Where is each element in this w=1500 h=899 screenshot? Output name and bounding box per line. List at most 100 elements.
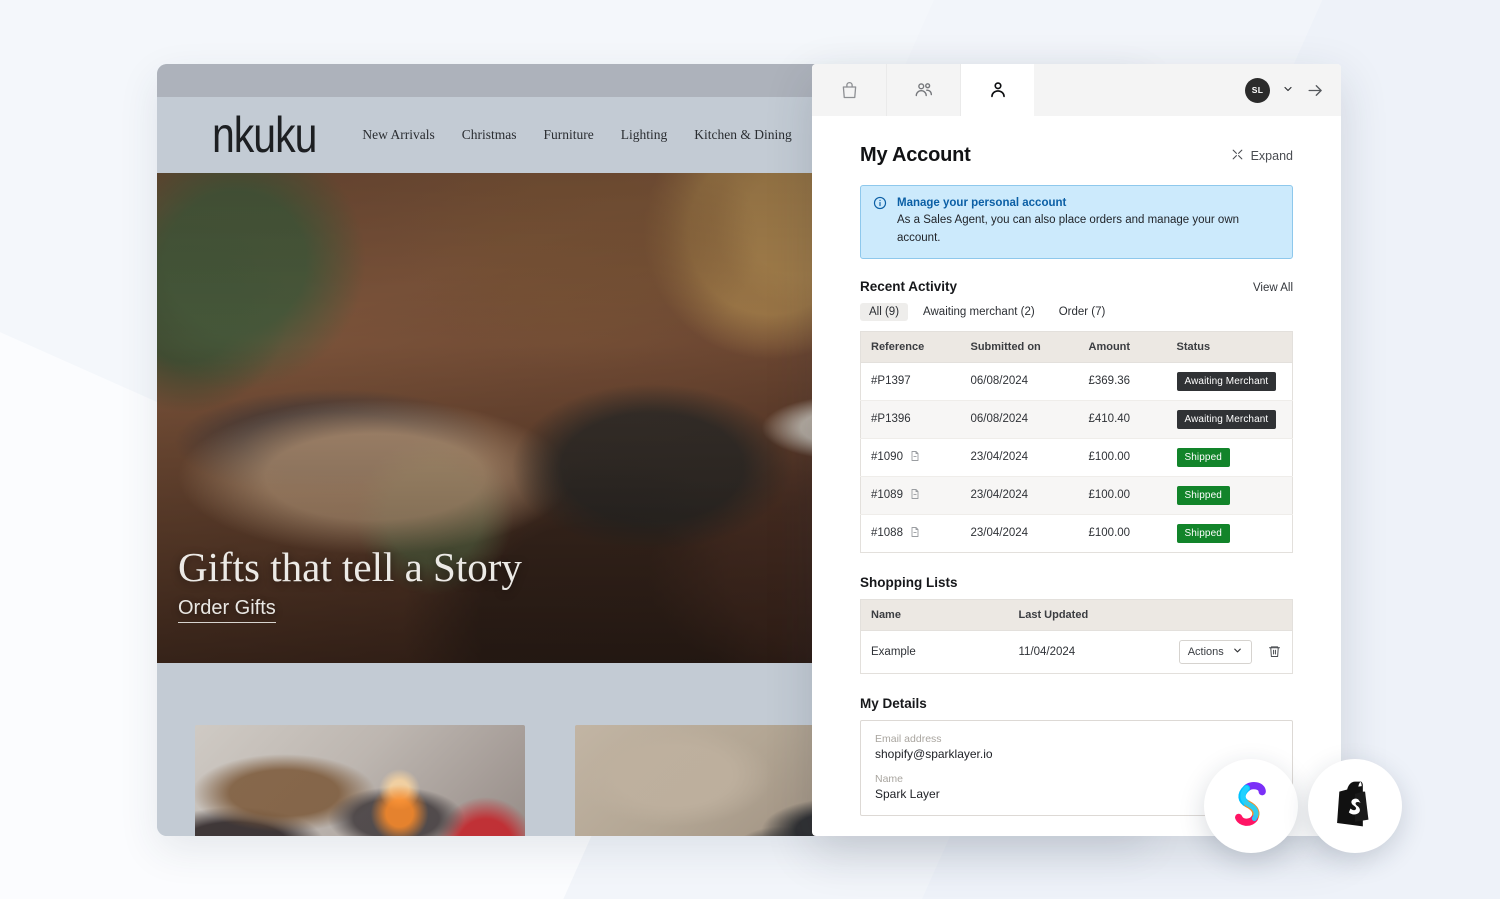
- sparklayer-logo-badge: [1204, 759, 1298, 853]
- cell-list-name: Example: [861, 630, 1009, 673]
- recent-activity-section: Recent Activity View All All (9) Awaitin…: [860, 279, 1293, 553]
- column-row-actions: [1128, 599, 1293, 630]
- actions-label: Actions: [1188, 646, 1224, 658]
- expand-label: Expand: [1251, 149, 1293, 163]
- avatar[interactable]: SL: [1245, 78, 1270, 103]
- table-row[interactable]: #1090 23/04/2024 £100.00 Shi: [861, 438, 1293, 476]
- actions-dropdown[interactable]: Actions: [1179, 640, 1252, 664]
- filter-all[interactable]: All (9): [860, 303, 908, 321]
- shopping-lists-header: Shopping Lists: [860, 575, 1293, 590]
- filter-awaiting-merchant[interactable]: Awaiting merchant (2): [914, 303, 1044, 321]
- hero-cta-link[interactable]: Order Gifts: [178, 597, 276, 623]
- info-icon: [873, 196, 887, 215]
- table-row[interactable]: #P1396 06/08/2024 £410.40 Awaiting Merch…: [861, 400, 1293, 438]
- tab-customers[interactable]: [886, 64, 960, 116]
- table-row[interactable]: #1089 23/04/2024 £100.00 Shi: [861, 476, 1293, 514]
- page-title: My Account: [860, 144, 971, 167]
- shopping-lists-table-body: Example 11/04/2024 Actions: [861, 630, 1293, 673]
- notice-title: Manage your personal account: [897, 195, 1280, 212]
- expand-icon: [1231, 148, 1244, 164]
- recent-activity-filters: All (9) Awaiting merchant (2) Order (7): [860, 303, 1293, 321]
- column-submitted-on: Submitted on: [961, 331, 1079, 362]
- cell-actions: Actions: [1128, 630, 1293, 673]
- storefront-logo[interactable]: nkuku: [212, 110, 316, 160]
- expand-button[interactable]: Expand: [1231, 148, 1293, 164]
- cell-status: Awaiting Merchant: [1167, 400, 1293, 438]
- column-status: Status: [1167, 331, 1293, 362]
- shopping-lists-table-head: Name Last Updated: [861, 599, 1293, 630]
- table-row[interactable]: #1088 23/04/2024 £100.00 Shi: [861, 514, 1293, 552]
- recent-activity-table: Reference Submitted on Amount Status #P1…: [860, 331, 1293, 553]
- cell-submitted-on: 23/04/2024: [961, 438, 1079, 476]
- recent-activity-table-body: #P1397 06/08/2024 £369.36 Awaiting Merch…: [861, 362, 1293, 552]
- tab-strip-spacer: [1034, 64, 1245, 116]
- panel-body: My Account Expand: [812, 116, 1341, 836]
- nav-item-christmas[interactable]: Christmas: [462, 127, 517, 143]
- cell-amount: £369.36: [1079, 362, 1167, 400]
- document-icon[interactable]: [909, 488, 921, 503]
- table-header-row: Name Last Updated: [861, 599, 1293, 630]
- view-all-link[interactable]: View All: [1253, 282, 1293, 294]
- shopify-bag-icon: [1327, 776, 1383, 837]
- chevron-down-icon: [1232, 645, 1243, 659]
- recent-activity-title: Recent Activity: [860, 279, 957, 294]
- cell-amount: £100.00: [1079, 476, 1167, 514]
- my-details-title: My Details: [860, 696, 927, 711]
- order-reference[interactable]: #1089: [871, 489, 903, 501]
- cell-status: Awaiting Merchant: [1167, 362, 1293, 400]
- cell-submitted-on: 06/08/2024: [961, 362, 1079, 400]
- nav-item-furniture[interactable]: Furniture: [544, 127, 594, 143]
- nav-item-new-arrivals[interactable]: New Arrivals: [362, 127, 434, 143]
- table-row[interactable]: #P1397 06/08/2024 £369.36 Awaiting Merch…: [861, 362, 1293, 400]
- column-name: Name: [861, 599, 1009, 630]
- document-icon[interactable]: [909, 526, 921, 541]
- person-icon: [987, 79, 1009, 101]
- status-badge: Shipped: [1177, 524, 1230, 543]
- cell-status: Shipped: [1167, 438, 1293, 476]
- table-row[interactable]: Example 11/04/2024 Actions: [861, 630, 1293, 673]
- cell-reference: #P1397: [861, 362, 961, 400]
- storefront-nav: New Arrivals Christmas Furniture Lightin…: [362, 127, 883, 143]
- storefront-tile-candles[interactable]: [195, 725, 525, 836]
- cell-amount: £100.00: [1079, 438, 1167, 476]
- panel-title-row: My Account Expand: [860, 116, 1293, 185]
- people-icon: [913, 79, 935, 101]
- order-reference[interactable]: #1090: [871, 451, 903, 463]
- order-reference[interactable]: #P1396: [871, 413, 911, 425]
- status-badge: Shipped: [1177, 486, 1230, 505]
- filter-order[interactable]: Order (7): [1050, 303, 1115, 321]
- shopping-bag-icon: [839, 80, 860, 101]
- delete-list-button[interactable]: [1267, 644, 1282, 659]
- cell-reference: #P1396: [861, 400, 961, 438]
- order-reference[interactable]: #1088: [871, 527, 903, 539]
- nav-item-kitchen-dining[interactable]: Kitchen & Dining: [694, 127, 792, 143]
- cell-reference: #1090: [861, 438, 961, 476]
- column-reference: Reference: [861, 331, 961, 362]
- tab-account[interactable]: [960, 64, 1034, 116]
- shopping-lists-section: Shopping Lists Name Last Updated Example…: [860, 575, 1293, 674]
- cell-submitted-on: 23/04/2024: [961, 476, 1079, 514]
- document-icon[interactable]: [909, 450, 921, 465]
- recent-activity-table-head: Reference Submitted on Amount Status: [861, 331, 1293, 362]
- status-badge: Shipped: [1177, 448, 1230, 467]
- collapse-arrow-icon[interactable]: [1306, 81, 1325, 100]
- column-amount: Amount: [1079, 331, 1167, 362]
- panel-tab-strip: SL: [812, 64, 1341, 116]
- cell-last-updated: 11/04/2024: [1009, 630, 1128, 673]
- shopify-logo-badge: [1308, 759, 1402, 853]
- cell-submitted-on: 06/08/2024: [961, 400, 1079, 438]
- hero-title: Gifts that tell a Story: [178, 545, 522, 591]
- nav-item-lighting[interactable]: Lighting: [621, 127, 668, 143]
- chevron-down-icon[interactable]: [1282, 83, 1294, 98]
- notice-text: As a Sales Agent, you can also place ord…: [897, 212, 1280, 247]
- shopping-lists-title: Shopping Lists: [860, 575, 958, 590]
- recent-activity-header: Recent Activity View All: [860, 279, 1293, 294]
- status-badge: Awaiting Merchant: [1177, 410, 1277, 429]
- order-reference[interactable]: #P1397: [871, 375, 911, 387]
- cell-amount: £100.00: [1079, 514, 1167, 552]
- sparklayer-icon: [1223, 776, 1279, 837]
- tab-cart[interactable]: [812, 64, 886, 116]
- cell-reference: #1089: [861, 476, 961, 514]
- panel-header-actions: SL: [1245, 64, 1341, 116]
- sparklayer-panel: SL My Account: [812, 64, 1341, 836]
